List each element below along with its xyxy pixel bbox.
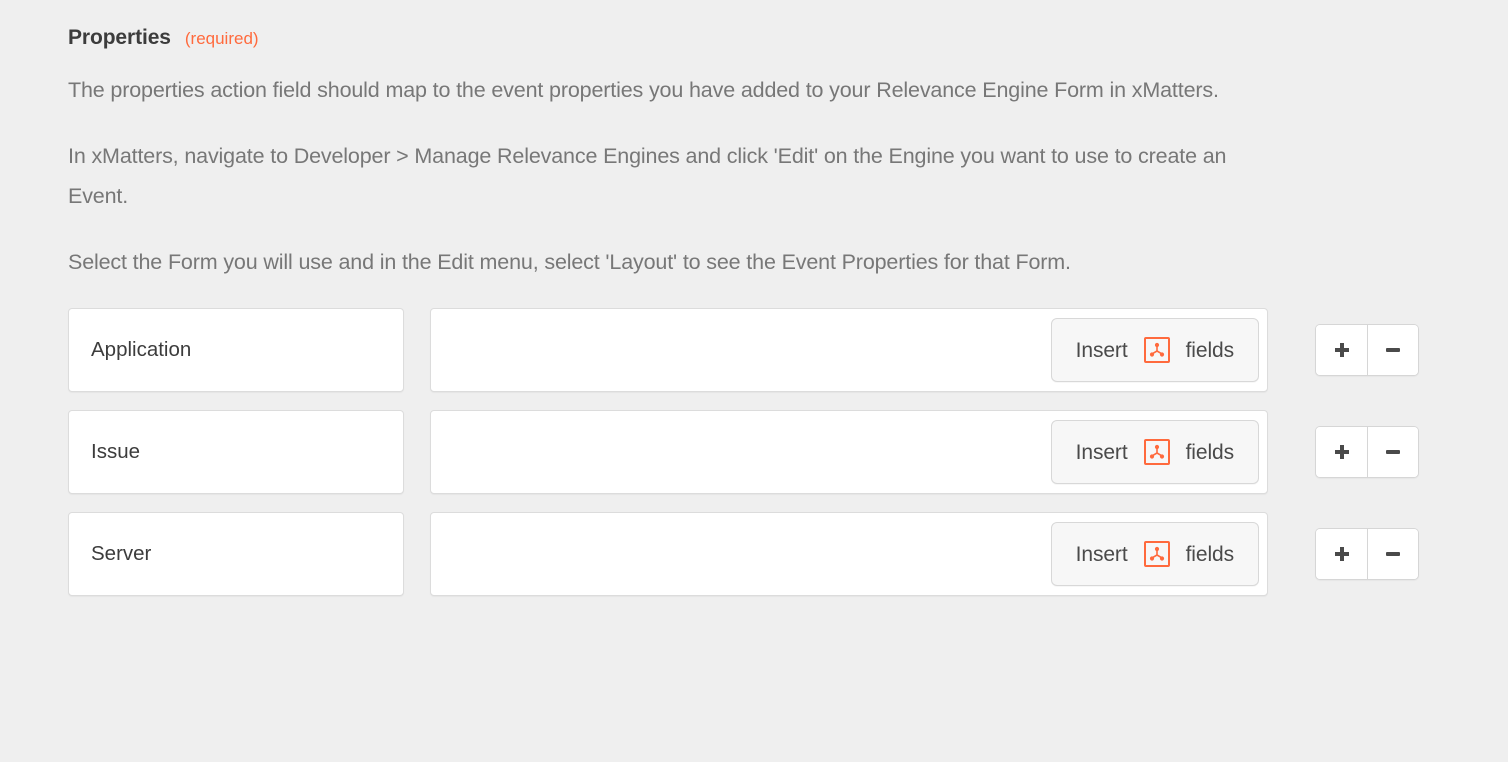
property-value-input[interactable] [431, 309, 1023, 391]
description-paragraph-1: The properties action field should map t… [68, 78, 1219, 102]
property-key-label: Issue [91, 440, 140, 463]
insert-fields-suffix-label: fields [1185, 542, 1235, 566]
add-row-button[interactable] [1316, 325, 1367, 375]
minus-icon [1384, 545, 1402, 563]
properties-section: Properties (required) The properties act… [0, 0, 1508, 762]
property-row: Issue Insert fields [68, 410, 1508, 494]
minus-icon [1384, 341, 1402, 359]
required-indicator: (required) [184, 29, 259, 48]
insert-fields-button[interactable]: Insert fields [1050, 420, 1259, 484]
insert-fields-prefix-label: Insert [1075, 338, 1128, 362]
plus-icon [1333, 443, 1351, 461]
section-heading: Properties (required) [68, 26, 1508, 50]
property-value-field[interactable]: Insert fields [430, 512, 1268, 596]
row-stepper [1315, 324, 1419, 376]
add-row-button[interactable] [1316, 529, 1367, 579]
description-paragraph-3: Select the Form you will use and in the … [68, 250, 1071, 274]
insert-fields-prefix-label: Insert [1075, 440, 1128, 464]
zapier-fields-icon [1143, 439, 1170, 465]
row-stepper [1315, 426, 1419, 478]
insert-fields-button[interactable]: Insert fields [1050, 318, 1259, 382]
property-key-field[interactable]: Server [68, 512, 404, 596]
property-key-field[interactable]: Issue [68, 410, 404, 494]
zapier-fields-icon [1143, 541, 1170, 567]
zapier-fields-icon [1143, 337, 1170, 363]
property-key-label: Server [91, 542, 152, 565]
property-row: Server Insert fields [68, 512, 1508, 596]
property-key-field[interactable]: Application [68, 308, 404, 392]
property-value-field[interactable]: Insert fields [430, 308, 1268, 392]
remove-row-button[interactable] [1367, 529, 1418, 579]
insert-fields-suffix-label: fields [1185, 440, 1235, 464]
minus-icon [1384, 443, 1402, 461]
property-value-input[interactable] [431, 513, 1023, 595]
property-value-field[interactable]: Insert fields [430, 410, 1268, 494]
add-row-button[interactable] [1316, 427, 1367, 477]
remove-row-button[interactable] [1367, 325, 1418, 375]
properties-rows: Application Insert fields Issue Insert f… [68, 308, 1508, 596]
insert-fields-button[interactable]: Insert fields [1050, 522, 1259, 586]
remove-row-button[interactable] [1367, 427, 1418, 477]
description-paragraph-2: In xMatters, navigate to Developer > Man… [68, 144, 1227, 208]
insert-fields-prefix-label: Insert [1075, 542, 1128, 566]
row-stepper [1315, 528, 1419, 580]
page-title: Properties [68, 26, 171, 49]
property-value-input[interactable] [431, 411, 1023, 493]
insert-fields-suffix-label: fields [1185, 338, 1235, 362]
property-key-label: Application [91, 338, 192, 361]
property-row: Application Insert fields [68, 308, 1508, 392]
plus-icon [1333, 545, 1351, 563]
plus-icon [1333, 341, 1351, 359]
